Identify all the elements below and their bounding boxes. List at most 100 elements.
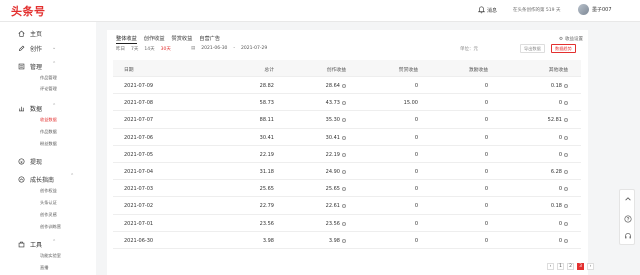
info-icon[interactable] [564, 187, 568, 192]
logo[interactable]: 头条号 [11, 3, 46, 19]
export-button[interactable]: 导出数据 [520, 44, 545, 53]
date-range-picker[interactable]: ▤ 2021-06-30 - 2021-07-29 [191, 46, 267, 51]
calendar-icon: ▤ [191, 46, 196, 51]
cell-creation: 35.30 [326, 117, 346, 123]
info-icon[interactable] [564, 204, 568, 209]
other-value: 0 [558, 151, 562, 158]
sidebar-item-fans-data[interactable]: 粉丝数据 [40, 141, 57, 147]
range-7d[interactable]: 7天 [131, 46, 138, 52]
table-row: 2021-07-09 28.82 28.64 0 0 0.18 [113, 77, 581, 95]
sidebar-item-works-data[interactable]: 作品数据 [40, 129, 57, 135]
creation-value: 30.41 [325, 134, 340, 141]
creation-value: 25.65 [325, 186, 340, 193]
creation-value: 43.73 [325, 100, 340, 107]
col-other[interactable]: 其他收益 [549, 66, 568, 73]
sidebar-item-training[interactable]: 创作训练营 [40, 224, 61, 230]
cell-other: 0.18 [551, 203, 568, 209]
info-icon[interactable] [342, 204, 346, 209]
cell-creation: 3.98 [329, 238, 346, 244]
floating-toolbar [619, 189, 635, 245]
tab-reward[interactable]: 赞赏收益 [172, 35, 193, 44]
chevron-up-icon: ⌃ [52, 239, 57, 245]
cell-total: 28.82 [259, 83, 274, 89]
next-page-button[interactable]: › [587, 263, 594, 270]
tab-creation[interactable]: 创作收益 [144, 35, 165, 44]
top-header: 头条号 消息 在头条创作的第 519 天 墨子007 [0, 0, 640, 22]
tab-self-ads[interactable]: 自营广告 [199, 35, 220, 44]
info-icon[interactable] [342, 101, 346, 106]
sidebar-item-data[interactable]: 数据 [30, 104, 42, 113]
info-icon[interactable] [342, 169, 346, 174]
col-creation[interactable]: 创作收益 [327, 66, 346, 73]
cell-total: 22.79 [259, 203, 274, 210]
tab-overall[interactable]: 整体收益 [116, 35, 137, 44]
sidebar-item-withdraw[interactable]: 提现 [30, 157, 42, 166]
chevron-up-icon[interactable] [624, 195, 632, 203]
headset-icon[interactable] [624, 232, 632, 240]
income-settings-button[interactable]: ⚙ 收益设置 [559, 36, 583, 43]
info-icon[interactable] [564, 169, 568, 174]
info-icon[interactable] [342, 238, 346, 243]
range-30d[interactable]: 30天 [161, 46, 171, 52]
info-icon[interactable] [342, 187, 346, 192]
info-icon[interactable] [564, 84, 568, 88]
sidebar-item-comments-manage[interactable]: 评论管理 [40, 86, 57, 92]
cell-date: 2021-07-08 [124, 100, 154, 107]
sidebar-item-home[interactable]: 主页 [30, 29, 42, 38]
info-icon[interactable] [342, 135, 346, 140]
other-value: 0 [558, 186, 562, 193]
sidebar-item-growth[interactable]: 成长指南 [30, 175, 54, 184]
info-icon[interactable] [342, 221, 346, 226]
creation-value: 35.30 [325, 117, 340, 124]
sidebar-item-works-manage[interactable]: 作品管理 [40, 75, 57, 81]
col-incentive[interactable]: 激励收益 [469, 66, 488, 73]
chevron-up-icon: ⌃ [52, 103, 57, 109]
help-icon[interactable] [624, 215, 632, 223]
creation-value: 28.64 [325, 83, 340, 89]
info-icon[interactable] [342, 152, 346, 157]
range-yesterday[interactable]: 昨日 [116, 46, 125, 52]
info-icon[interactable] [564, 221, 568, 226]
info-icon[interactable] [564, 152, 568, 157]
info-icon[interactable] [564, 135, 568, 140]
col-reward[interactable]: 赞赏收益 [399, 66, 418, 73]
cell-other: 0 [559, 152, 568, 158]
table-row: 2021-06-30 3.98 3.98 0 0 0 [113, 232, 581, 249]
info-icon[interactable] [564, 238, 568, 243]
info-icon[interactable] [564, 101, 568, 106]
sidebar-item-live[interactable]: 直播 [40, 265, 48, 271]
pagination: ‹ 1 2 3 › [547, 263, 594, 270]
cell-other: 0 [559, 100, 568, 106]
page-3-button[interactable]: 3 [577, 263, 584, 270]
col-date[interactable]: 日期 [124, 66, 134, 73]
other-value: 6.28 [550, 168, 562, 175]
sidebar-item-tools[interactable]: 工具 [30, 240, 42, 249]
range-14d[interactable]: 14天 [144, 46, 154, 52]
tools-icon [18, 241, 25, 248]
info-icon[interactable] [342, 118, 346, 123]
user-menu[interactable]: 墨子007 [578, 4, 612, 15]
sidebar-item-creator-rights[interactable]: 创作权益 [40, 188, 57, 194]
sidebar-item-income-data[interactable]: 收益数据 [40, 117, 57, 123]
page-1-button[interactable]: 1 [557, 263, 564, 270]
prev-page-button[interactable]: ‹ [547, 263, 554, 270]
chevron-down-icon: ⌄ [52, 45, 57, 51]
trend-button[interactable]: 数据趋势 [551, 44, 576, 53]
income-tabs: 整体收益 创作收益 赞赏收益 自营广告 [116, 35, 220, 44]
info-icon[interactable] [342, 84, 346, 88]
chevron-up-icon: ⌃ [52, 61, 57, 67]
info-icon[interactable] [564, 118, 568, 123]
page-2-button[interactable]: 2 [567, 263, 574, 270]
sidebar-item-lab[interactable]: 功能实验室 [40, 253, 61, 259]
message-button[interactable]: 消息 [478, 6, 497, 14]
sidebar-item-certification[interactable]: 头条认证 [40, 200, 57, 206]
col-total[interactable]: 总计 [264, 66, 274, 73]
cell-date: 2021-07-05 [124, 151, 154, 158]
cell-incentive: 0 [484, 186, 488, 193]
cell-other: 0 [559, 238, 568, 244]
creation-value: 22.61 [325, 203, 340, 210]
sidebar-item-manage[interactable]: 管理 [30, 62, 42, 71]
cell-creation: 23.56 [326, 221, 346, 227]
sidebar-item-inspiration[interactable]: 创作灵感 [40, 212, 57, 218]
sidebar-item-create[interactable]: 创作 [30, 44, 42, 53]
